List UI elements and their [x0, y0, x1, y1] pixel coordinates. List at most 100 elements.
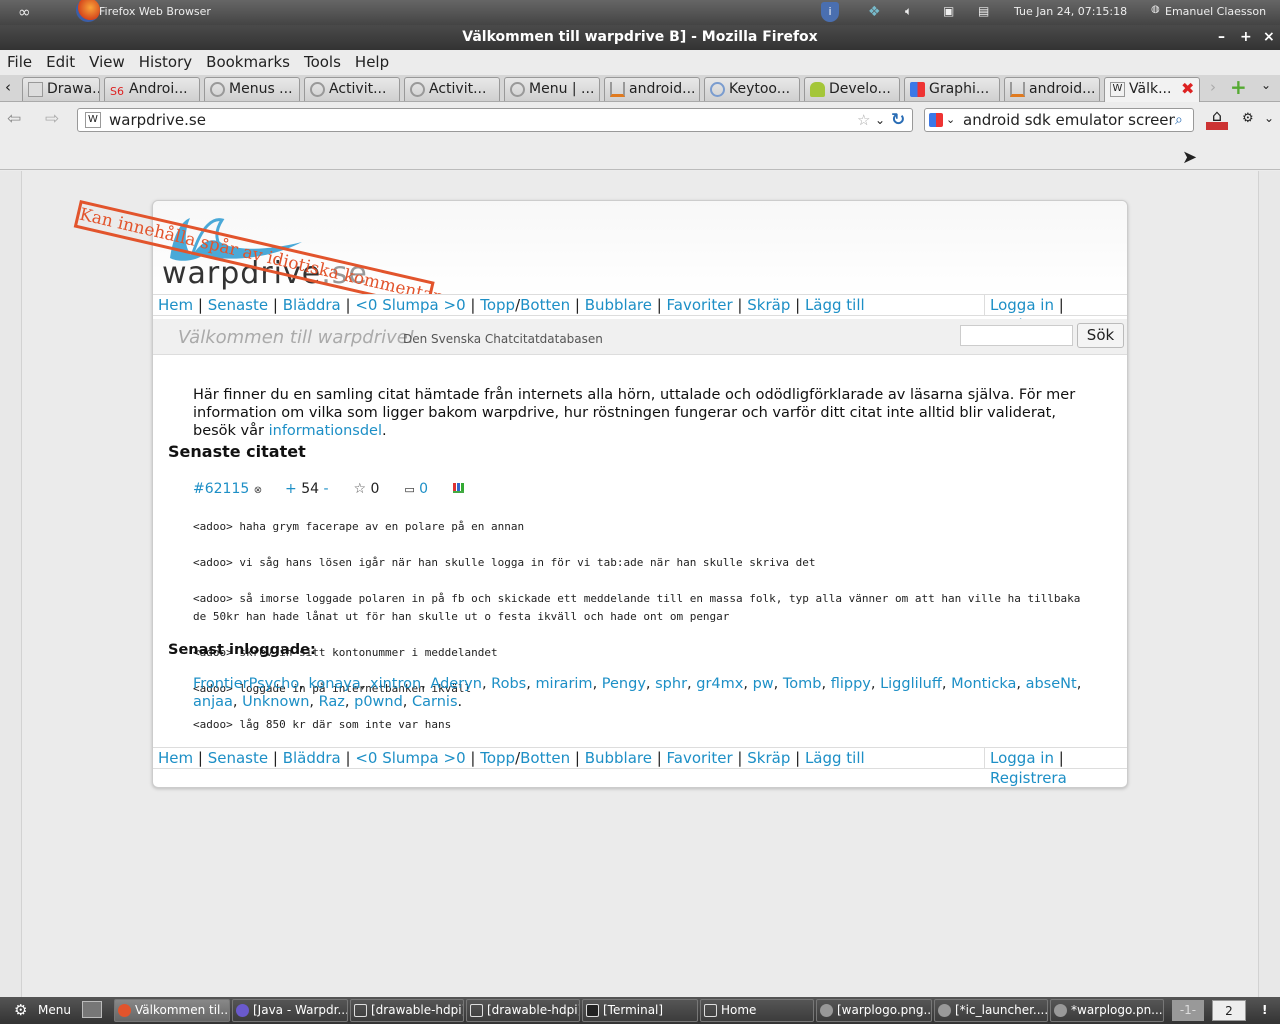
alert-icon[interactable]: ! — [1262, 1003, 1267, 1017]
user-link[interactable]: sphr — [655, 676, 687, 692]
task-gimp-2[interactable]: [*ic_launcher.... — [934, 999, 1048, 1022]
url-bar[interactable]: W warpdrive.se ☆ ⌄ ↻ — [77, 108, 913, 132]
url-text[interactable]: warpdrive.se — [109, 111, 206, 129]
nav-bubblare[interactable]: Bubblare — [585, 296, 652, 314]
tab-list-chevron-icon[interactable]: ⌄ — [1261, 78, 1271, 92]
minimize-icon[interactable]: – — [1218, 25, 1225, 50]
task-gimp-1[interactable]: [warplogo.png... — [816, 999, 932, 1022]
nav-favoriter[interactable]: Favoriter — [667, 296, 733, 314]
tab-2[interactable]: S6 Androi... — [104, 77, 200, 101]
user-link[interactable]: FrontierPsycho — [193, 676, 299, 692]
user-link[interactable]: abseNt — [1026, 676, 1077, 692]
login-link[interactable]: Logga in — [990, 749, 1054, 767]
shield-icon[interactable]: i — [821, 2, 839, 22]
nav-slumpa[interactable]: <0 Slumpa >0 — [355, 296, 465, 314]
tab-7[interactable]: android... — [604, 77, 700, 101]
nav-favoriter[interactable]: Favoriter — [667, 749, 733, 767]
nav-skrap[interactable]: Skräp — [747, 749, 790, 767]
forward-icon[interactable]: ⇨ — [45, 109, 59, 129]
nav-topp[interactable]: Topp — [480, 749, 515, 767]
nav-topp[interactable]: Topp — [480, 296, 515, 314]
tab-1[interactable]: Drawa... — [22, 77, 100, 101]
clock[interactable]: Tue Jan 24, 07:15:18 — [1014, 5, 1127, 18]
register-link[interactable]: Registrera — [990, 769, 1067, 787]
nav-senaste[interactable]: Senaste — [208, 296, 268, 314]
bookmark-star-icon[interactable]: ☆ — [857, 109, 870, 131]
user-link[interactable]: gr4mx — [696, 676, 743, 692]
nav-botten[interactable]: Botten — [520, 749, 570, 767]
addon-icon[interactable]: ⚙ — [1242, 111, 1254, 126]
user-link[interactable]: Pengy — [602, 676, 646, 692]
login-link[interactable]: Logga in — [990, 296, 1054, 314]
menu-file[interactable]: File — [0, 50, 39, 71]
search-bar[interactable]: ⌄ android sdk emulator screen ⌕ — [924, 108, 1194, 132]
infinity-icon[interactable]: ∞ — [18, 3, 31, 21]
tab-5[interactable]: Activit... — [404, 77, 500, 101]
favorite-star-icon[interactable]: ☆ — [353, 481, 366, 497]
nav-botten[interactable]: Botten — [520, 296, 570, 314]
workspace-2[interactable]: 2 — [1212, 1000, 1246, 1021]
menu-tools[interactable]: Tools — [297, 50, 348, 71]
tab-4[interactable]: Activit... — [304, 77, 400, 101]
user-link[interactable]: xintron — [370, 676, 421, 692]
vote-up-button[interactable]: + — [285, 481, 297, 497]
user-link[interactable]: Robs — [491, 676, 526, 692]
user-link[interactable]: mirarim — [535, 676, 592, 692]
task-gimp-3[interactable]: *warplogo.pn... — [1050, 999, 1164, 1022]
volume-icon[interactable]: 🔈︎ — [905, 4, 912, 19]
comment-icon[interactable]: ▭ — [404, 483, 414, 496]
menu-history[interactable]: History — [132, 50, 199, 71]
menu-edit[interactable]: Edit — [39, 50, 82, 71]
menu-help[interactable]: Help — [348, 50, 396, 71]
user-link[interactable]: Liggliluff — [880, 676, 942, 692]
toolbar-chevron-icon[interactable]: ⌄ — [1264, 111, 1274, 125]
dropbox-icon[interactable]: ❖ — [868, 4, 881, 20]
tab-11[interactable]: android... — [1004, 77, 1100, 101]
nav-senaste[interactable]: Senaste — [208, 749, 268, 767]
search-icon[interactable]: ⌕ — [1175, 109, 1183, 131]
quote-delete-icon[interactable]: ⊗ — [254, 485, 262, 496]
search-engine-google-icon[interactable] — [929, 113, 943, 127]
task-eclipse[interactable]: [Java - Warpdr... — [232, 999, 348, 1022]
menu-gear-icon[interactable]: ⚙ — [14, 1001, 27, 1019]
nav-hem[interactable]: Hem — [158, 749, 193, 767]
close-icon[interactable]: × — [1263, 25, 1275, 50]
window-titlebar[interactable]: Välkommen till warpdrive B] - Mozilla Fi… — [0, 25, 1280, 50]
site-search-input[interactable] — [960, 325, 1073, 346]
nav-bladdra[interactable]: Bläddra — [283, 749, 341, 767]
nav-bladdra[interactable]: Bläddra — [283, 296, 341, 314]
network-icon[interactable]: ▣ — [943, 4, 954, 18]
user-link[interactable]: Monticka — [951, 676, 1016, 692]
battery-icon[interactable]: ▤ — [978, 4, 989, 18]
show-desktop-icon[interactable] — [82, 1001, 102, 1018]
user-link[interactable]: Unknown — [242, 694, 309, 710]
task-firefox[interactable]: Välkommen til... — [114, 999, 230, 1022]
user-name[interactable]: Emanuel Claesson — [1165, 5, 1266, 18]
stats-chart-icon[interactable] — [453, 483, 464, 493]
maximize-icon[interactable]: + — [1240, 25, 1252, 50]
tab-6[interactable]: Menu | ... — [504, 77, 600, 101]
menu-view[interactable]: View — [82, 50, 132, 71]
tab-close-icon[interactable]: ✖ — [1181, 78, 1194, 100]
user-link[interactable]: p0wnd — [354, 694, 403, 710]
new-tab-icon[interactable]: + — [1230, 75, 1247, 99]
site-search-button[interactable]: Sök — [1077, 323, 1124, 348]
tab-8[interactable]: Keytoo... — [704, 77, 800, 101]
search-engine-dropdown-icon[interactable]: ⌄ — [946, 109, 955, 131]
user-link[interactable]: Carnis — [412, 694, 458, 710]
user-link[interactable]: Raz — [319, 694, 345, 710]
nav-slumpa[interactable]: <0 Slumpa >0 — [355, 749, 465, 767]
nav-lagg-till[interactable]: Lägg till — [805, 296, 865, 314]
home-icon[interactable]: ⌂ — [1206, 108, 1228, 130]
user-link[interactable]: Aderyn — [430, 676, 482, 692]
vote-down-button[interactable]: - — [324, 481, 329, 497]
nav-skrap[interactable]: Skräp — [747, 296, 790, 314]
nav-bubblare[interactable]: Bubblare — [585, 749, 652, 767]
user-link[interactable]: flippy — [831, 676, 871, 692]
user-link[interactable]: pw — [753, 676, 774, 692]
workspace-1[interactable]: -1- — [1172, 1000, 1204, 1021]
url-dropdown-icon[interactable]: ⌄ — [875, 109, 885, 131]
info-link[interactable]: informationsdel — [269, 423, 382, 439]
tab-scroll-right-icon[interactable]: › — [1210, 78, 1216, 96]
menu-bookmarks[interactable]: Bookmarks — [199, 50, 297, 71]
